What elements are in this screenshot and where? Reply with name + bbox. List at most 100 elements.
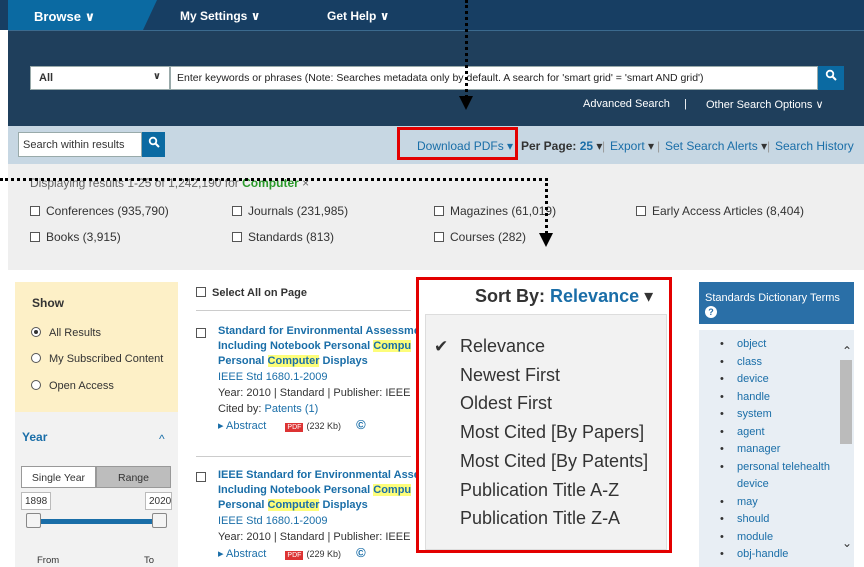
filter-label: Standards (813) bbox=[248, 230, 335, 244]
browse-menu[interactable]: Browse ∨ bbox=[8, 0, 157, 30]
download-pdfs-button[interactable]: Download PDFs ▾ bbox=[417, 139, 513, 153]
sort-option-oldest[interactable]: Oldest First bbox=[460, 393, 552, 414]
year-min-input[interactable]: 1898 bbox=[21, 492, 51, 510]
dictionary-term[interactable]: should bbox=[720, 513, 770, 525]
result-actions: ▸ Abstract PDF (229 Kb) © bbox=[218, 545, 426, 564]
copyright-icon[interactable]: © bbox=[356, 545, 366, 560]
checkbox[interactable] bbox=[232, 232, 242, 242]
sort-option-title-az[interactable]: Publication Title A-Z bbox=[460, 480, 619, 501]
sort-option-cited-papers[interactable]: Most Cited [By Papers] bbox=[460, 422, 644, 443]
set-search-alerts-label: Set Search Alerts bbox=[665, 139, 758, 153]
set-search-alerts-button[interactable]: Set Search Alerts ▾ bbox=[665, 139, 767, 153]
abstract-toggle[interactable]: ▸ Abstract bbox=[218, 420, 266, 432]
standard-id-link[interactable]: IEEE Std 1680.1-2009 bbox=[218, 513, 426, 529]
standard-id-link[interactable]: IEEE Std 1680.1-2009 bbox=[218, 369, 430, 385]
cited-label: Cited by: bbox=[218, 403, 262, 415]
help-icon[interactable]: ? bbox=[705, 306, 717, 318]
export-button[interactable]: Export ▾ bbox=[610, 139, 654, 153]
checkbox[interactable] bbox=[196, 287, 206, 297]
chevron-up-icon[interactable]: ^ bbox=[159, 432, 165, 446]
dictionary-term[interactable]: agent bbox=[720, 426, 764, 438]
scrollbar-thumb[interactable] bbox=[840, 360, 852, 444]
filter-books[interactable]: Books (3,915) bbox=[30, 230, 121, 244]
filter-standards[interactable]: Standards (813) bbox=[232, 230, 334, 244]
checkbox[interactable] bbox=[636, 206, 646, 216]
search-history-link[interactable]: Search History bbox=[775, 139, 854, 153]
dictionary-term[interactable]: object bbox=[720, 338, 767, 350]
advanced-search-link[interactable]: Advanced Search bbox=[583, 98, 670, 110]
chevron-down-icon: ∨ bbox=[84, 9, 96, 24]
dictionary-term[interactable]: system bbox=[720, 408, 772, 420]
dictionary-term[interactable]: module bbox=[720, 531, 773, 543]
dictionary-term[interactable]: handle bbox=[720, 391, 770, 403]
other-search-options-link[interactable]: Other Search Options ∨ bbox=[706, 98, 824, 111]
sort-option-cited-patents[interactable]: Most Cited [By Patents] bbox=[460, 451, 648, 472]
checkbox[interactable] bbox=[196, 472, 206, 482]
single-year-tab[interactable]: Single Year bbox=[21, 466, 96, 488]
sort-option-relevance[interactable]: Relevance bbox=[460, 336, 545, 357]
checkbox[interactable] bbox=[30, 206, 40, 216]
title-line: Standard for Environmental Assessment bbox=[218, 325, 431, 337]
dictionary-term[interactable]: device bbox=[720, 373, 769, 385]
pdf-icon[interactable]: PDF bbox=[285, 423, 304, 432]
cited-by: Cited by: Patents (1) bbox=[218, 401, 430, 417]
dictionary-term[interactable]: personal telehealth bbox=[720, 461, 830, 473]
sort-option-title-za[interactable]: Publication Title Z-A bbox=[460, 508, 620, 529]
search-input[interactable]: Enter keywords or phrases (Note: Searche… bbox=[170, 66, 818, 90]
range-tab[interactable]: Range bbox=[96, 466, 171, 488]
pdf-size: (232 Kb) bbox=[306, 421, 341, 431]
year-heading[interactable]: Year bbox=[22, 430, 47, 444]
filter-early-access[interactable]: Early Access Articles (8,404) bbox=[636, 204, 804, 218]
radio[interactable] bbox=[31, 353, 41, 363]
search-within-input[interactable]: Search within results bbox=[18, 132, 142, 157]
pdf-icon[interactable]: PDF bbox=[285, 551, 304, 560]
filter-magazines[interactable]: Magazines (61,019) bbox=[434, 204, 556, 218]
filter-journals[interactable]: Journals (231,985) bbox=[232, 204, 348, 218]
dictionary-term-continued[interactable]: device bbox=[737, 478, 769, 490]
get-help-menu[interactable]: Get Help ∨ bbox=[327, 9, 389, 23]
radio-all-results[interactable]: All Results bbox=[31, 327, 101, 339]
dictionary-term[interactable]: may bbox=[720, 496, 758, 508]
checkbox[interactable] bbox=[196, 328, 206, 338]
result-title[interactable]: Standard for Environmental Assessment In… bbox=[218, 324, 430, 369]
annotation-arrow bbox=[0, 178, 548, 181]
checkbox[interactable] bbox=[232, 206, 242, 216]
sort-option-newest[interactable]: Newest First bbox=[460, 365, 560, 386]
filter-conferences[interactable]: Conferences (935,790) bbox=[30, 204, 169, 218]
highlighted-term: Compu bbox=[373, 484, 412, 496]
radio-selected[interactable] bbox=[31, 327, 41, 337]
checkbox[interactable] bbox=[434, 232, 444, 242]
search-within-button[interactable] bbox=[142, 132, 165, 157]
slider-handle-min[interactable] bbox=[26, 513, 41, 528]
filter-courses[interactable]: Courses (282) bbox=[434, 230, 526, 244]
divider: | bbox=[767, 139, 771, 153]
title-text: Including Notebook Personal bbox=[218, 484, 374, 496]
search-scope-select[interactable]: All ∨ bbox=[30, 66, 170, 90]
result-title[interactable]: IEEE Standard for Environmental Asses In… bbox=[218, 468, 426, 513]
dictionary-term[interactable]: class bbox=[720, 356, 762, 368]
abstract-label: Abstract bbox=[225, 420, 267, 432]
result-checkbox[interactable] bbox=[196, 326, 212, 340]
radio-open-access[interactable]: Open Access bbox=[31, 380, 114, 392]
copyright-icon[interactable]: © bbox=[356, 417, 366, 432]
year-range-slider[interactable] bbox=[33, 519, 159, 524]
search-button[interactable] bbox=[818, 66, 844, 90]
slider-handle-max[interactable] bbox=[152, 513, 167, 528]
my-settings-menu[interactable]: My Settings ∨ bbox=[180, 9, 260, 23]
checkbox[interactable] bbox=[30, 232, 40, 242]
year-max-input[interactable]: 2020 bbox=[145, 492, 172, 510]
radio-subscribed[interactable]: My Subscribed Content bbox=[31, 353, 163, 365]
sort-by-dropdown[interactable]: Sort By: Relevance ▾ bbox=[475, 286, 653, 307]
per-page-select[interactable]: Per Page: 25 ▾ bbox=[521, 139, 602, 153]
dictionary-term[interactable]: manager bbox=[720, 443, 781, 455]
radio[interactable] bbox=[31, 380, 41, 390]
select-all-checkbox[interactable]: Select All on Page bbox=[196, 287, 307, 299]
scroll-down-icon[interactable]: ⌄ bbox=[842, 536, 852, 550]
abstract-toggle[interactable]: ▸ Abstract bbox=[218, 548, 266, 560]
filter-label: Conferences (935,790) bbox=[46, 204, 169, 218]
checkbox[interactable] bbox=[434, 206, 444, 216]
result-checkbox[interactable] bbox=[196, 470, 212, 484]
dictionary-term[interactable]: obj-handle bbox=[720, 548, 789, 560]
cited-patents-link[interactable]: Patents (1) bbox=[264, 403, 318, 415]
scroll-up-icon[interactable]: ⌃ bbox=[842, 344, 852, 358]
